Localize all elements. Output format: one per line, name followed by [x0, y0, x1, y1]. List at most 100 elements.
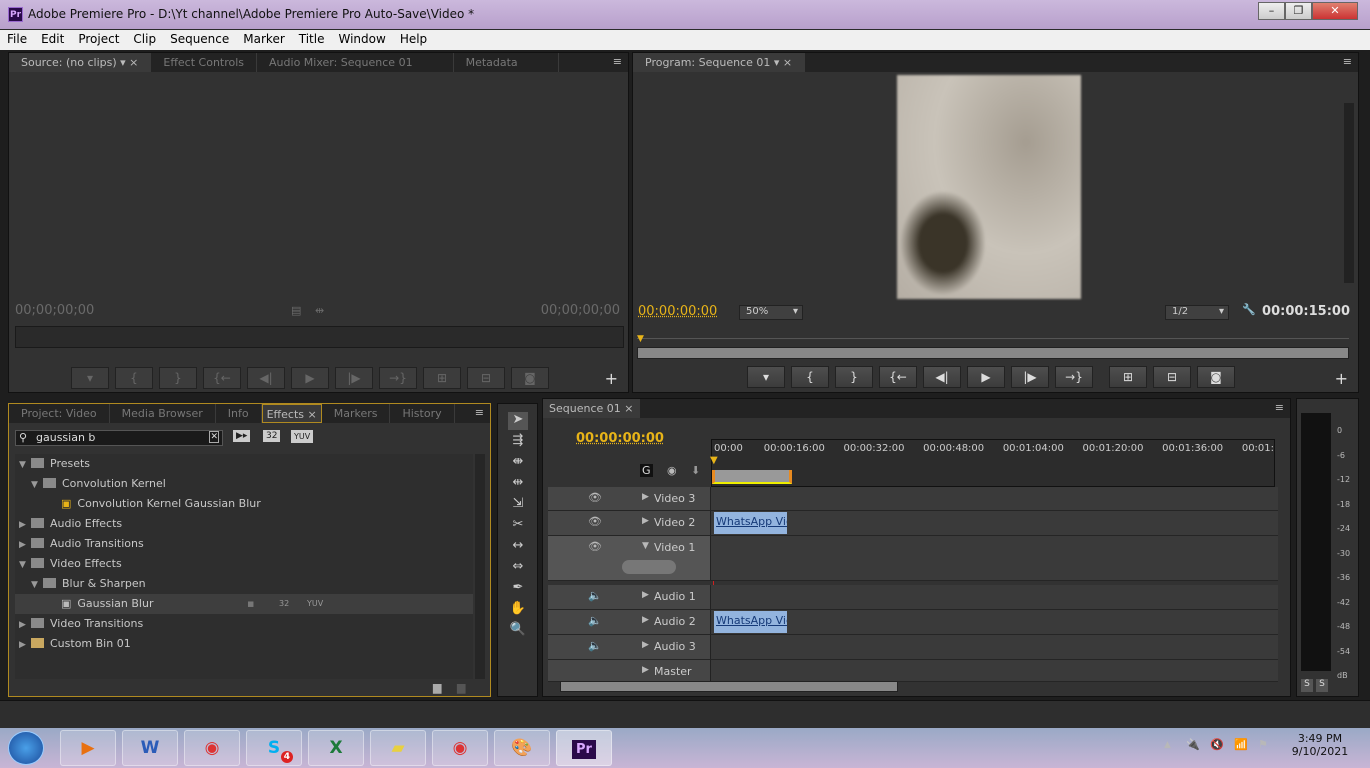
source-time-ruler[interactable] — [15, 326, 624, 348]
delete-icon[interactable]: ▆ — [457, 681, 465, 694]
taskbar-paint[interactable]: 🎨 — [494, 730, 550, 766]
video-clip[interactable]: WhatsApp Vid — [714, 512, 787, 534]
taskbar-excel[interactable]: X — [308, 730, 364, 766]
accelerated-effects-icon[interactable]: ▶▸ — [233, 430, 251, 442]
taskbar-chrome[interactable]: ◉ — [184, 730, 240, 766]
program-zoom-scrollbar[interactable] — [637, 347, 1349, 359]
go-to-in-button[interactable]: {← — [203, 367, 241, 389]
ripple-edit-tool-icon[interactable]: ⇼ — [508, 454, 528, 472]
tree-item-convolution-kernel-gaussian-blur[interactable]: ▣ Convolution Kernel Gaussian Blur — [15, 494, 473, 514]
network-icon[interactable]: 📶 — [1234, 738, 1248, 751]
program-time-ruler[interactable]: ▼ — [637, 331, 1349, 344]
taskbar-chrome-2[interactable]: ◉ — [432, 730, 488, 766]
go-to-out-button[interactable]: →} — [379, 367, 417, 389]
filmstrip-icon[interactable]: ▤ — [291, 304, 301, 317]
source-timecode-out[interactable]: 00;00;00;00 — [541, 303, 620, 318]
power-icon[interactable]: 🔌 — [1186, 738, 1200, 751]
menu-help[interactable]: Help — [393, 30, 434, 50]
rolling-edit-tool-icon[interactable]: ⇹ — [508, 475, 528, 493]
taskbar-word[interactable]: W — [122, 730, 178, 766]
panel-menu-icon[interactable]: ≡ — [613, 55, 622, 68]
hand-tool-icon[interactable]: ✋ — [508, 601, 528, 619]
menu-sequence[interactable]: Sequence — [163, 30, 236, 50]
tree-item-blur-sharpen[interactable]: ▼ Blur & Sharpen — [15, 574, 473, 594]
effects-scrollbar[interactable] — [475, 454, 485, 679]
eye-icon[interactable]: 👁 — [588, 515, 602, 528]
timeline-horizontal-scrollbar[interactable] — [560, 681, 898, 692]
tab-project[interactable]: Project: Video — [9, 404, 110, 423]
marker-button[interactable]: ▾ — [747, 366, 785, 388]
go-to-in-button[interactable]: {← — [879, 366, 917, 388]
time-ruler[interactable]: 00:00 00:00:16:00 00:00:32:00 00:00:48:00 00… — [710, 439, 1275, 487]
expand-icon[interactable]: ▶ — [642, 516, 649, 526]
expand-icon[interactable]: ▶ — [642, 640, 649, 650]
tab-effect-controls[interactable]: Effect Controls — [151, 53, 258, 72]
step-forward-button[interactable]: |▶ — [1011, 366, 1049, 388]
panel-menu-icon[interactable]: ≡ — [1275, 401, 1284, 414]
mark-out-button[interactable]: } — [835, 366, 873, 388]
minimize-button[interactable]: – — [1258, 2, 1285, 20]
audio-clip[interactable]: WhatsApp Vid — [714, 611, 787, 633]
eye-icon[interactable]: 👁 — [588, 491, 602, 504]
panel-menu-icon[interactable]: ≡ — [475, 406, 484, 419]
step-back-button[interactable]: ◀| — [247, 367, 285, 389]
step-forward-button[interactable]: |▶ — [335, 367, 373, 389]
marker-button[interactable]: ▾ — [71, 367, 109, 389]
mark-out-button[interactable]: } — [159, 367, 197, 389]
speaker-icon[interactable]: 🔈 — [588, 589, 602, 602]
playhead-handle[interactable]: ▼ — [710, 455, 718, 466]
overwrite-button[interactable]: ⊟ — [467, 367, 505, 389]
32-bit-effects-icon[interactable]: 32 — [263, 430, 281, 442]
resolution-dropdown[interactable]: 1/2 ▾ — [1165, 305, 1229, 320]
program-timecode[interactable]: 00:00:00:00 — [638, 304, 717, 319]
taskbar-sticky-notes[interactable]: ▰ — [370, 730, 426, 766]
pen-tool-icon[interactable]: ✒ — [508, 580, 528, 598]
work-area-bar[interactable] — [712, 470, 792, 484]
keyframe-icon[interactable]: ◉ — [667, 464, 677, 477]
tree-item-video-effects[interactable]: ▼ Video Effects — [15, 554, 473, 574]
play-button[interactable]: ▶ — [291, 367, 329, 389]
tree-item-gaussian-blur[interactable]: ▣ Gaussian Blur ▪ 32 YUV — [15, 594, 473, 614]
go-to-out-button[interactable]: →} — [1055, 366, 1093, 388]
expand-icon[interactable]: ▶ — [642, 665, 649, 675]
yuv-effects-icon[interactable]: YUV — [291, 430, 314, 443]
menu-edit[interactable]: Edit — [34, 30, 71, 50]
rate-stretch-tool-icon[interactable]: ⇲ — [508, 496, 528, 514]
zoom-tool-icon[interactable]: 🔍 — [508, 622, 528, 640]
add-button-icon[interactable]: + — [1335, 369, 1348, 388]
tab-sequence-01[interactable]: Sequence 01 × — [543, 399, 641, 418]
solo-left-button[interactable]: S — [1301, 679, 1313, 692]
razor-tool-icon[interactable]: ✂ — [508, 517, 528, 535]
track-select-tool-icon[interactable]: ⇶ — [508, 433, 528, 451]
new-bin-icon[interactable]: ▆ — [433, 681, 441, 694]
clear-search-icon[interactable]: ✕ — [209, 431, 219, 443]
speaker-icon[interactable]: 🔈 — [588, 639, 602, 652]
tab-program[interactable]: Program: Sequence 01 ▾ × — [633, 53, 806, 72]
expand-icon[interactable]: ▶ — [642, 492, 649, 502]
extract-button[interactable]: ⊟ — [1153, 366, 1191, 388]
menu-window[interactable]: Window — [331, 30, 392, 50]
export-frame-button[interactable]: ◙ — [511, 367, 549, 389]
tab-audio-mixer[interactable]: Audio Mixer: Sequence 01 — [257, 53, 454, 72]
slip-tool-icon[interactable]: ↔ — [508, 538, 528, 556]
expand-icon[interactable]: ▶ — [642, 590, 649, 600]
tab-metadata[interactable]: Metadata — [454, 53, 559, 72]
insert-button[interactable]: ⊞ — [423, 367, 461, 389]
mark-in-button[interactable]: { — [791, 366, 829, 388]
action-center-icon[interactable]: ⚑ — [1258, 738, 1268, 751]
expand-icon[interactable]: ▶ — [642, 615, 649, 625]
start-button[interactable] — [8, 731, 44, 765]
tree-item-presets[interactable]: ▼ Presets — [15, 454, 473, 474]
solo-right-button[interactable]: S — [1316, 679, 1328, 692]
collapse-icon[interactable]: ▼ — [642, 541, 649, 551]
tree-item-audio-transitions[interactable]: ▶ Audio Transitions — [15, 534, 473, 554]
menu-file[interactable]: File — [0, 30, 34, 50]
export-frame-button[interactable]: ◙ — [1197, 366, 1235, 388]
mark-in-button[interactable]: { — [115, 367, 153, 389]
tab-effects[interactable]: Effects × — [261, 404, 322, 423]
add-button-icon[interactable]: + — [605, 369, 618, 388]
source-timecode-in[interactable]: 00;00;00;00 — [15, 303, 94, 318]
panel-menu-icon[interactable]: ≡ — [1343, 55, 1352, 68]
menu-marker[interactable]: Marker — [236, 30, 291, 50]
program-scrollbar[interactable] — [1344, 103, 1354, 283]
